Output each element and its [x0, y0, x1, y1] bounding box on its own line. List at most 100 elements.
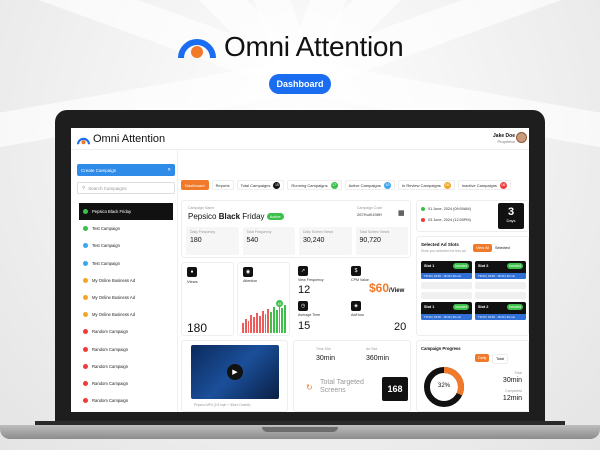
ad-slot[interactable]: Slot 1 Included TR 09 | 18:00 - 18:30 | 30…: [421, 302, 472, 320]
dollar-icon: $: [351, 266, 361, 276]
campaign-name-b: Black: [218, 212, 241, 221]
tab-total-campaigns[interactable]: Total Campaigns 15: [236, 180, 285, 190]
campaign-code-label: Campaign Code: [357, 206, 383, 210]
sidebar-item-campaign[interactable]: My Online Business Ad: [79, 306, 173, 323]
ad-slots-title: Selected Ad Slots: [421, 242, 459, 247]
campaign-label: Pepsico Black Friday: [92, 209, 132, 215]
tab-running-campaigns[interactable]: Running Campaigns 17: [287, 180, 342, 190]
cpm-label: CPM Value: [351, 278, 369, 282]
sidebar-item-campaign[interactable]: My Online Business Ad: [79, 272, 173, 289]
campaign-label: My Online Business Ad: [92, 295, 136, 301]
tab-count-badge: 06: [499, 181, 507, 189]
tab-in-review-campaigns[interactable]: In Review Campaigns 06: [397, 180, 455, 190]
cpm-unit: /View: [389, 288, 405, 294]
progress-total-label: Total: [514, 371, 522, 375]
time-slot-card: Time Slot 30min Ad Slot 360min ↻ Total T…: [293, 340, 411, 412]
video-card: ▶ Pepsico.MP4 (2.8 mph + 30sec Doable): [181, 340, 288, 412]
slot-time: TR 09 | 18:00 - 18:30 | 30 min: [475, 273, 526, 279]
sidebar-item-campaign[interactable]: Random Campaign: [79, 375, 173, 392]
sidebar-item-campaign[interactable]: Random Campaign: [79, 341, 173, 358]
play-icon[interactable]: ▶: [227, 364, 243, 380]
user-info[interactable]: Jake Doe Proprietor: [493, 133, 515, 144]
progress-title: Campaign Progress: [421, 346, 461, 351]
refresh-icon: ↻: [306, 383, 313, 392]
total-button[interactable]: Total: [492, 354, 509, 364]
views-label: Views: [187, 279, 198, 284]
app-logo[interactable]: Omni Attention: [77, 133, 165, 145]
close-icon[interactable]: ✕: [167, 167, 171, 173]
tab-count-badge: 10: [383, 181, 391, 189]
end-date: 03 June, 2024 (12:00PM): [428, 218, 471, 222]
omni-logo-icon: [178, 28, 216, 65]
tab-label: Active Campaigns: [348, 182, 381, 188]
selected-button[interactable]: Selected: [492, 244, 513, 252]
clock-icon: ◷: [298, 301, 308, 311]
campaign-name-a: Pepsico: [188, 212, 217, 221]
avatar[interactable]: [516, 132, 527, 143]
start-date: 01 June, 2024 (09:00AM): [428, 207, 471, 211]
campaign-progress-card: Campaign Progress Daily Total 32% Total …: [416, 340, 529, 412]
tab-active-campaigns[interactable]: Active Campaigns 10: [344, 180, 395, 190]
attention-bar: [244, 319, 247, 333]
metric-grid: ↗ View Frequency 12 ◷ Average Time 15 $ …: [293, 262, 407, 336]
brand-header: Omni Attention: [178, 28, 404, 65]
slot-name: Slot 1: [424, 305, 435, 309]
dashboard-pill[interactable]: Dashboard: [269, 74, 331, 94]
sidebar-item-campaign[interactable]: Random Campaign: [79, 323, 173, 340]
slot-badge: Included: [506, 304, 523, 310]
sidebar-item-campaign[interactable]: My Online Business Ad: [79, 289, 173, 306]
attention-bar: [258, 316, 261, 333]
brand-title: Omni Attention: [224, 30, 404, 62]
view-all-button[interactable]: View All: [473, 244, 493, 252]
campaign-label: Random Campaign: [92, 329, 129, 335]
campaign-code: 267HuI0198H: [357, 212, 382, 217]
slot-placeholder: [421, 282, 472, 289]
sidebar-item-campaign[interactable]: Pepsico Black Friday: [79, 203, 173, 221]
attention-bar: [278, 306, 281, 333]
sidebar-item-campaign[interactable]: Test Campaign: [79, 255, 173, 272]
attention-bar: [256, 313, 258, 333]
tab-label: Inactive Campaigns: [461, 182, 497, 188]
stat-value: 180: [190, 237, 202, 244]
attention-bar: [270, 312, 272, 333]
sidebar-item-campaign[interactable]: Test Campaign: [79, 220, 173, 237]
ad-slot[interactable]: Slot 2 Included TR 09 | 18:00 - 18:30 | 30…: [475, 302, 526, 320]
sidebar-item-campaign[interactable]: Random Campaign: [79, 409, 173, 412]
eye-icon: ◉: [243, 267, 253, 277]
ad-slots-card: Selected Ad Slots Slots you selected for…: [416, 236, 529, 336]
ad-slots-subtitle: Slots you selected for this ad: [421, 249, 466, 253]
tab-reports[interactable]: Reports: [211, 180, 234, 190]
slot-name: Slot 2: [478, 264, 489, 268]
status-dot-icon: [83, 346, 88, 352]
targeted-label-b: Screens: [320, 387, 346, 394]
campaign-label: Random Campaign: [92, 398, 129, 404]
tab-dashboard[interactable]: Dashboard: [181, 180, 209, 190]
attention-bar: [275, 310, 278, 333]
sidebar-item-campaign[interactable]: Random Campaign: [79, 392, 173, 409]
calendar-icon[interactable]: ▦: [398, 209, 405, 217]
sidebar-item-campaign[interactable]: Random Campaign: [79, 358, 173, 375]
ad-slot[interactable]: Slot 2 Included TR 09 | 18:00 - 18:30 | 30…: [475, 261, 526, 279]
ad-hour-icon: ◈: [351, 301, 361, 311]
cpm-value: $60/View: [369, 281, 404, 295]
views-value: 180: [187, 321, 208, 335]
campaign-search-input[interactable]: ⚲ Search Campaigns: [77, 182, 175, 194]
ad-slot-label: Ad Slot: [366, 347, 378, 351]
campaign-stats: Daily Frequency 180 Total Frequency 540 Dail…: [186, 227, 408, 255]
campaign-name: Pepsico Black Friday Active: [188, 212, 284, 221]
tab-inactive-campaigns[interactable]: Inactive Campaigns 06: [457, 180, 511, 190]
campaign-label: Test Campaign: [92, 243, 120, 249]
status-dot-icon: [83, 312, 88, 318]
status-dot-icon: [83, 398, 88, 404]
status-dot-icon: [83, 260, 88, 266]
ad-slot[interactable]: Slot 1 Included TR 09 | 18:00 - 18:30 | 30…: [421, 261, 472, 279]
stat-label: Daily Frequency: [190, 230, 216, 234]
campaign-name-label: Campaign Name: [188, 206, 215, 210]
stat-box: Total Frequency 540: [242, 227, 295, 255]
daily-button[interactable]: Daily: [475, 354, 490, 362]
sidebar-item-campaign[interactable]: Test Campaign: [79, 237, 173, 254]
video-thumbnail[interactable]: ▶: [191, 345, 279, 399]
stat-label: Total Screen Views: [359, 230, 390, 234]
ad-hour-value: 20: [394, 321, 407, 333]
create-campaign-button[interactable]: Create Campaign ✕: [77, 164, 175, 176]
